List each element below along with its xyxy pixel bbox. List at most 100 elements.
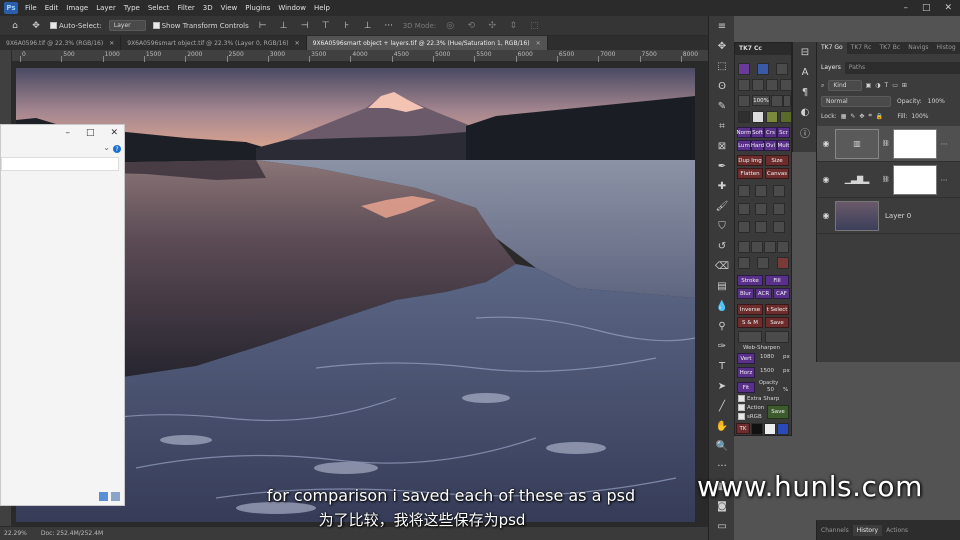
align-right-icon[interactable]: ⊣ xyxy=(298,19,312,32)
tk7-mask-icon[interactable] xyxy=(738,63,750,75)
tk7-close-icon[interactable] xyxy=(777,257,789,269)
pixel-filter-icon[interactable]: ▣ xyxy=(866,82,872,89)
tk7-caf-button[interactable]: CAF xyxy=(773,288,790,299)
tk7-user-icon[interactable] xyxy=(777,423,789,435)
kind-dropdown[interactable]: Kind xyxy=(828,80,862,91)
close-icon[interactable]: ✕ xyxy=(536,40,541,47)
tk7-delete-icon[interactable] xyxy=(738,221,750,233)
tk7-black-icon[interactable] xyxy=(751,423,763,435)
menu-image[interactable]: Image xyxy=(62,4,92,12)
close-icon[interactable]: ✕ xyxy=(109,40,114,47)
tk7-fit-button[interactable]: Fit xyxy=(737,382,755,393)
character-icon[interactable]: A xyxy=(793,62,817,82)
tk7-lum-button[interactable]: Lum xyxy=(737,140,751,151)
tk7-crop-icon[interactable] xyxy=(738,185,750,197)
move-tool-icon[interactable]: ✥ xyxy=(29,19,43,32)
visibility-eye-icon[interactable]: ◉ xyxy=(821,139,831,148)
tk7-s-m-button[interactable]: S & M xyxy=(737,317,763,328)
chain-link-icon[interactable]: ⛓ xyxy=(882,140,890,147)
tk7-dup-img-button[interactable]: Dup Img xyxy=(737,155,763,166)
vert-value[interactable]: 1080 xyxy=(760,354,774,360)
align-middle-icon[interactable]: ⊦ xyxy=(340,19,354,32)
tk7-t-select-button[interactable]: t Select xyxy=(765,304,789,315)
tk7-white-icon[interactable] xyxy=(764,423,776,435)
tk7-grid-icon[interactable] xyxy=(738,241,750,253)
brush-color-icon[interactable] xyxy=(766,111,778,123)
tk7-size-button[interactable]: Size xyxy=(765,155,789,166)
marquee-tool-icon[interactable]: ⬚ xyxy=(709,56,735,76)
align-bottom-icon[interactable]: ⊥ xyxy=(361,19,375,32)
smart-filter-icon[interactable]: ⊞ xyxy=(902,82,907,89)
layer-mask-thumbnail[interactable] xyxy=(892,128,937,159)
history-brush-tool-icon[interactable]: ↺ xyxy=(709,236,735,256)
3d-scale-icon[interactable]: ⬚ xyxy=(527,19,541,32)
tk7-stroke-button[interactable]: Stroke xyxy=(737,275,763,286)
gradient-tool-icon[interactable]: ▤ xyxy=(709,276,735,296)
auto-select-dropdown[interactable]: Layer xyxy=(108,20,146,31)
chain-link-icon[interactable]: ⛓ xyxy=(882,176,890,183)
panel-options-icon[interactable]: ≡ xyxy=(709,16,735,36)
minimize-icon[interactable]: – xyxy=(903,3,908,13)
more-options-icon[interactable]: ··· xyxy=(382,19,396,32)
tk7-group-icon[interactable] xyxy=(738,203,750,215)
lock-paint-icon[interactable]: ✎ xyxy=(850,113,855,120)
move-tool-icon[interactable]: ✥ xyxy=(709,36,735,56)
tk7-blur-button[interactable]: Blur xyxy=(737,288,754,299)
zoom-tool-icon[interactable]: 🔍 xyxy=(709,436,735,456)
horizontal-ruler[interactable]: 0 500 1000 1500 2000 2500 3000 3500 4000 4500 5000… xyxy=(12,50,708,62)
lock-pixels-icon[interactable]: ▦ xyxy=(841,113,847,120)
3d-slide-icon[interactable]: ⇕ xyxy=(506,19,520,32)
tk7-copy-icon[interactable] xyxy=(755,203,767,215)
brush-options-icon[interactable] xyxy=(780,111,792,123)
tk7-crs-button[interactable]: Crs xyxy=(764,127,777,138)
maximize-icon[interactable]: □ xyxy=(922,3,931,13)
chevron-down-icon[interactable]: ⌄ xyxy=(103,143,110,152)
blur-tool-icon[interactable]: 💧 xyxy=(709,296,735,316)
tk7-paint-icon[interactable] xyxy=(764,241,776,253)
align-center-icon[interactable]: ⊥ xyxy=(277,19,291,32)
tk7-prev-icon[interactable] xyxy=(766,79,778,91)
tab-tk7-rc[interactable]: TK7 Rc xyxy=(847,42,876,54)
healing-brush-tool-icon[interactable]: ✚ xyxy=(709,176,735,196)
info-icon[interactable]: ⓘ xyxy=(793,122,817,142)
tk7-merge-icon[interactable] xyxy=(773,203,785,215)
3d-roll-icon[interactable]: ⟲ xyxy=(464,19,478,32)
home-icon[interactable]: ⌂ xyxy=(8,19,22,32)
properties-icon[interactable]: ⊟ xyxy=(793,42,817,62)
paragraph-icon[interactable]: ¶ xyxy=(793,82,817,102)
tab-navigator[interactable]: Navigs xyxy=(904,42,932,54)
3d-orbit-icon[interactable]: ◎ xyxy=(443,19,457,32)
menu-select[interactable]: Select xyxy=(144,4,174,12)
close-icon[interactable]: ✕ xyxy=(944,3,952,13)
visibility-eye-icon[interactable]: ◉ xyxy=(821,175,831,184)
brush-white-icon[interactable] xyxy=(752,111,764,123)
show-transform-checkbox[interactable]: Show Transform Controls xyxy=(152,22,249,30)
menu-file[interactable]: File xyxy=(21,4,41,12)
shape-filter-icon[interactable]: ▭ xyxy=(892,82,898,89)
layer-row-levels[interactable]: ◉ ▁▃▇▂ ⛓ ⋯ xyxy=(817,162,960,198)
lock-all-icon[interactable]: 🔒 xyxy=(876,113,883,120)
opacity-value[interactable]: 100% xyxy=(928,98,945,105)
menu-help[interactable]: Help xyxy=(310,4,334,12)
tab-document-1[interactable]: 9X6A0596.tif @ 22.3% (RGB/16) ✕ xyxy=(0,36,122,50)
tk7-select-area-icon[interactable] xyxy=(738,331,762,343)
tk7-brush-icon[interactable] xyxy=(773,185,785,197)
quick-select-tool-icon[interactable]: ✎ xyxy=(709,96,735,116)
tk7-save-button[interactable]: Save xyxy=(765,317,789,328)
menu-layer[interactable]: Layer xyxy=(92,4,120,12)
layer-mask-thumbnail[interactable] xyxy=(892,164,937,195)
tk7-fit-icon[interactable] xyxy=(738,95,750,107)
type-filter-icon[interactable]: T xyxy=(885,82,889,89)
tk7-trash-icon[interactable] xyxy=(765,331,789,343)
menu-3d[interactable]: 3D xyxy=(199,4,217,12)
lock-artboard-icon[interactable]: ⌗ xyxy=(868,112,871,120)
tk7-fill-button[interactable]: Fill xyxy=(765,275,789,286)
eraser-tool-icon[interactable]: ⌫ xyxy=(709,256,735,276)
tab-layers[interactable]: Layers xyxy=(817,62,845,74)
search-input[interactable] xyxy=(1,157,119,171)
clone-stamp-tool-icon[interactable]: ⛉ xyxy=(709,216,735,236)
close-icon[interactable]: ✕ xyxy=(110,128,118,138)
tk7-soft-button[interactable]: Soft xyxy=(751,127,764,138)
tk7-export-icon[interactable] xyxy=(738,257,750,269)
brush-black-icon[interactable] xyxy=(738,111,750,123)
